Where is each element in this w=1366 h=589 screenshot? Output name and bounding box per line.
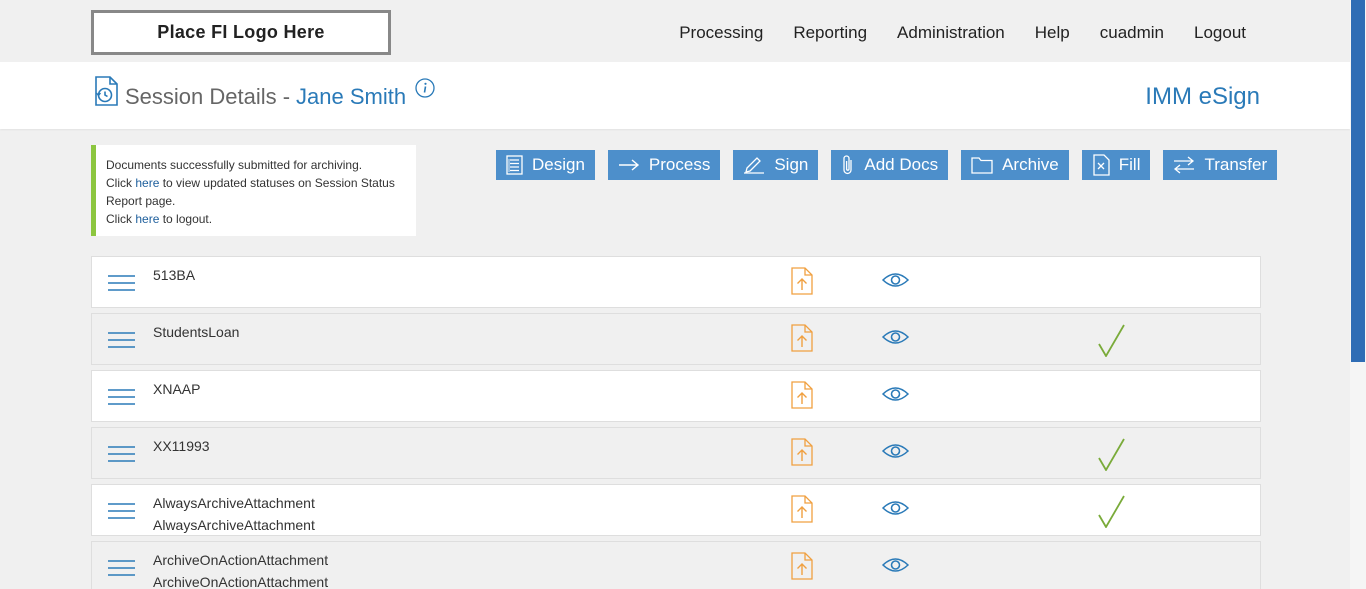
top-bar: Place FI Logo Here Processing Reporting … — [0, 0, 1350, 62]
view-document-icon[interactable] — [882, 385, 909, 403]
archived-check-icon — [1098, 324, 1125, 357]
message-line-2: Click here to view updated statuses on S… — [106, 174, 406, 210]
view-document-icon[interactable] — [882, 271, 909, 289]
document-row: ArchiveOnActionAttachment ArchiveOnAction… — [91, 541, 1261, 589]
transfer-icon — [1174, 156, 1195, 174]
design-label: Design — [532, 155, 585, 174]
archive-button[interactable]: Archive — [961, 150, 1069, 180]
document-row: XX11993 — [91, 427, 1261, 479]
paperclip-icon — [843, 155, 853, 175]
document-name: XX11993 — [153, 435, 210, 457]
upload-document-icon[interactable] — [791, 438, 813, 466]
folder-icon — [971, 157, 993, 174]
message-line-1: Documents successfully submitted for arc… — [106, 158, 363, 172]
nav-reporting[interactable]: Reporting — [793, 23, 867, 43]
upload-document-icon[interactable] — [791, 267, 813, 295]
archived-check-icon — [1098, 495, 1125, 528]
pen-icon — [744, 157, 765, 174]
message-line-3: Click here to logout. — [106, 210, 406, 228]
archive-label: Archive — [1002, 155, 1059, 174]
document-x-icon — [1093, 154, 1110, 176]
process-label: Process — [648, 155, 711, 174]
upload-document-icon[interactable] — [791, 552, 813, 580]
document-name: StudentsLoan — [153, 321, 239, 343]
add-docs-button[interactable]: Add Docs — [831, 150, 949, 180]
drag-handle-icon[interactable] — [108, 274, 135, 292]
document-name-line: ArchiveOnActionAttachment — [153, 574, 329, 589]
document-row: 513BA — [91, 256, 1261, 308]
archived-check-icon — [1098, 438, 1125, 471]
document-name: XNAAP — [153, 378, 200, 400]
document-name-line: AlwaysArchiveAttachment — [153, 517, 315, 533]
title-bar: Session Details - Jane Smith IMM eSign — [0, 62, 1350, 129]
design-button[interactable]: Design — [496, 150, 595, 180]
fill-button[interactable]: Fill — [1081, 150, 1151, 180]
upload-document-icon[interactable] — [791, 495, 813, 523]
info-icon[interactable] — [415, 78, 435, 98]
document-name: 513BA — [153, 264, 195, 286]
page-scrollbar[interactable] — [1350, 0, 1366, 589]
nav-logout[interactable]: Logout — [1194, 23, 1246, 43]
add-docs-label: Add Docs — [864, 155, 939, 174]
page-title: Session Details - — [125, 84, 291, 109]
fill-label: Fill — [1118, 155, 1141, 174]
drag-handle-icon[interactable] — [108, 559, 135, 577]
upload-document-icon[interactable] — [791, 324, 813, 352]
document-name: AlwaysArchiveAttachment AlwaysArchiveAtta… — [153, 492, 315, 536]
fi-logo: Place FI Logo Here — [91, 10, 391, 55]
message-text: Click — [106, 176, 136, 190]
document-name-line: 513BA — [153, 267, 196, 283]
document-name-line: ArchiveOnActionAttachment — [153, 552, 329, 568]
message-text: to logout. — [159, 212, 213, 226]
main-nav: Processing Reporting Administration Help… — [649, 23, 1246, 43]
drag-handle-icon[interactable] — [108, 388, 135, 406]
logout-link[interactable]: here — [135, 212, 159, 226]
session-history-icon — [95, 76, 118, 106]
customer-name: Jane Smith — [296, 84, 407, 109]
transfer-button[interactable]: Transfer — [1163, 150, 1278, 180]
list-icon — [506, 155, 523, 175]
document-row: StudentsLoan — [91, 313, 1261, 365]
document-name-line: XX11993 — [153, 438, 210, 454]
scrollbar-thumb[interactable] — [1351, 0, 1365, 362]
nav-processing[interactable]: Processing — [679, 23, 763, 43]
document-list: 513BA StudentsLoan XNAAP XX11993 AlwaysArchi… — [91, 256, 1261, 589]
action-toolbar: Design Process Sign Add Docs Archive Fil… — [496, 150, 1278, 180]
drag-handle-icon[interactable] — [108, 502, 135, 520]
view-document-icon[interactable] — [882, 499, 909, 517]
sign-label: Sign — [774, 155, 809, 174]
view-document-icon[interactable] — [882, 328, 909, 346]
drag-handle-icon[interactable] — [108, 445, 135, 463]
document-row: AlwaysArchiveAttachment AlwaysArchiveAtta… — [91, 484, 1261, 536]
message-text: Click — [106, 212, 136, 226]
transfer-label: Transfer — [1204, 155, 1268, 174]
nav-help[interactable]: Help — [1035, 23, 1070, 43]
process-button[interactable]: Process — [607, 150, 721, 180]
archive-success-message: Documents successfully submitted for arc… — [91, 145, 416, 236]
arrow-right-icon — [618, 159, 640, 171]
upload-document-icon[interactable] — [791, 381, 813, 409]
document-row: XNAAP — [91, 370, 1261, 422]
nav-administration[interactable]: Administration — [897, 23, 1005, 43]
document-name-line: XNAAP — [153, 381, 201, 397]
drag-handle-icon[interactable] — [108, 331, 135, 349]
view-document-icon[interactable] — [882, 442, 909, 460]
product-name: IMM eSign — [1145, 83, 1260, 110]
document-name: ArchiveOnActionAttachment ArchiveOnAction… — [153, 549, 328, 589]
nav-user-cuadmin[interactable]: cuadmin — [1100, 23, 1164, 43]
sign-button[interactable]: Sign — [733, 150, 819, 180]
status-report-link[interactable]: here — [135, 176, 159, 190]
document-name-line: StudentsLoan — [153, 324, 240, 340]
view-document-icon[interactable] — [882, 556, 909, 574]
document-name-line: AlwaysArchiveAttachment — [153, 495, 315, 511]
